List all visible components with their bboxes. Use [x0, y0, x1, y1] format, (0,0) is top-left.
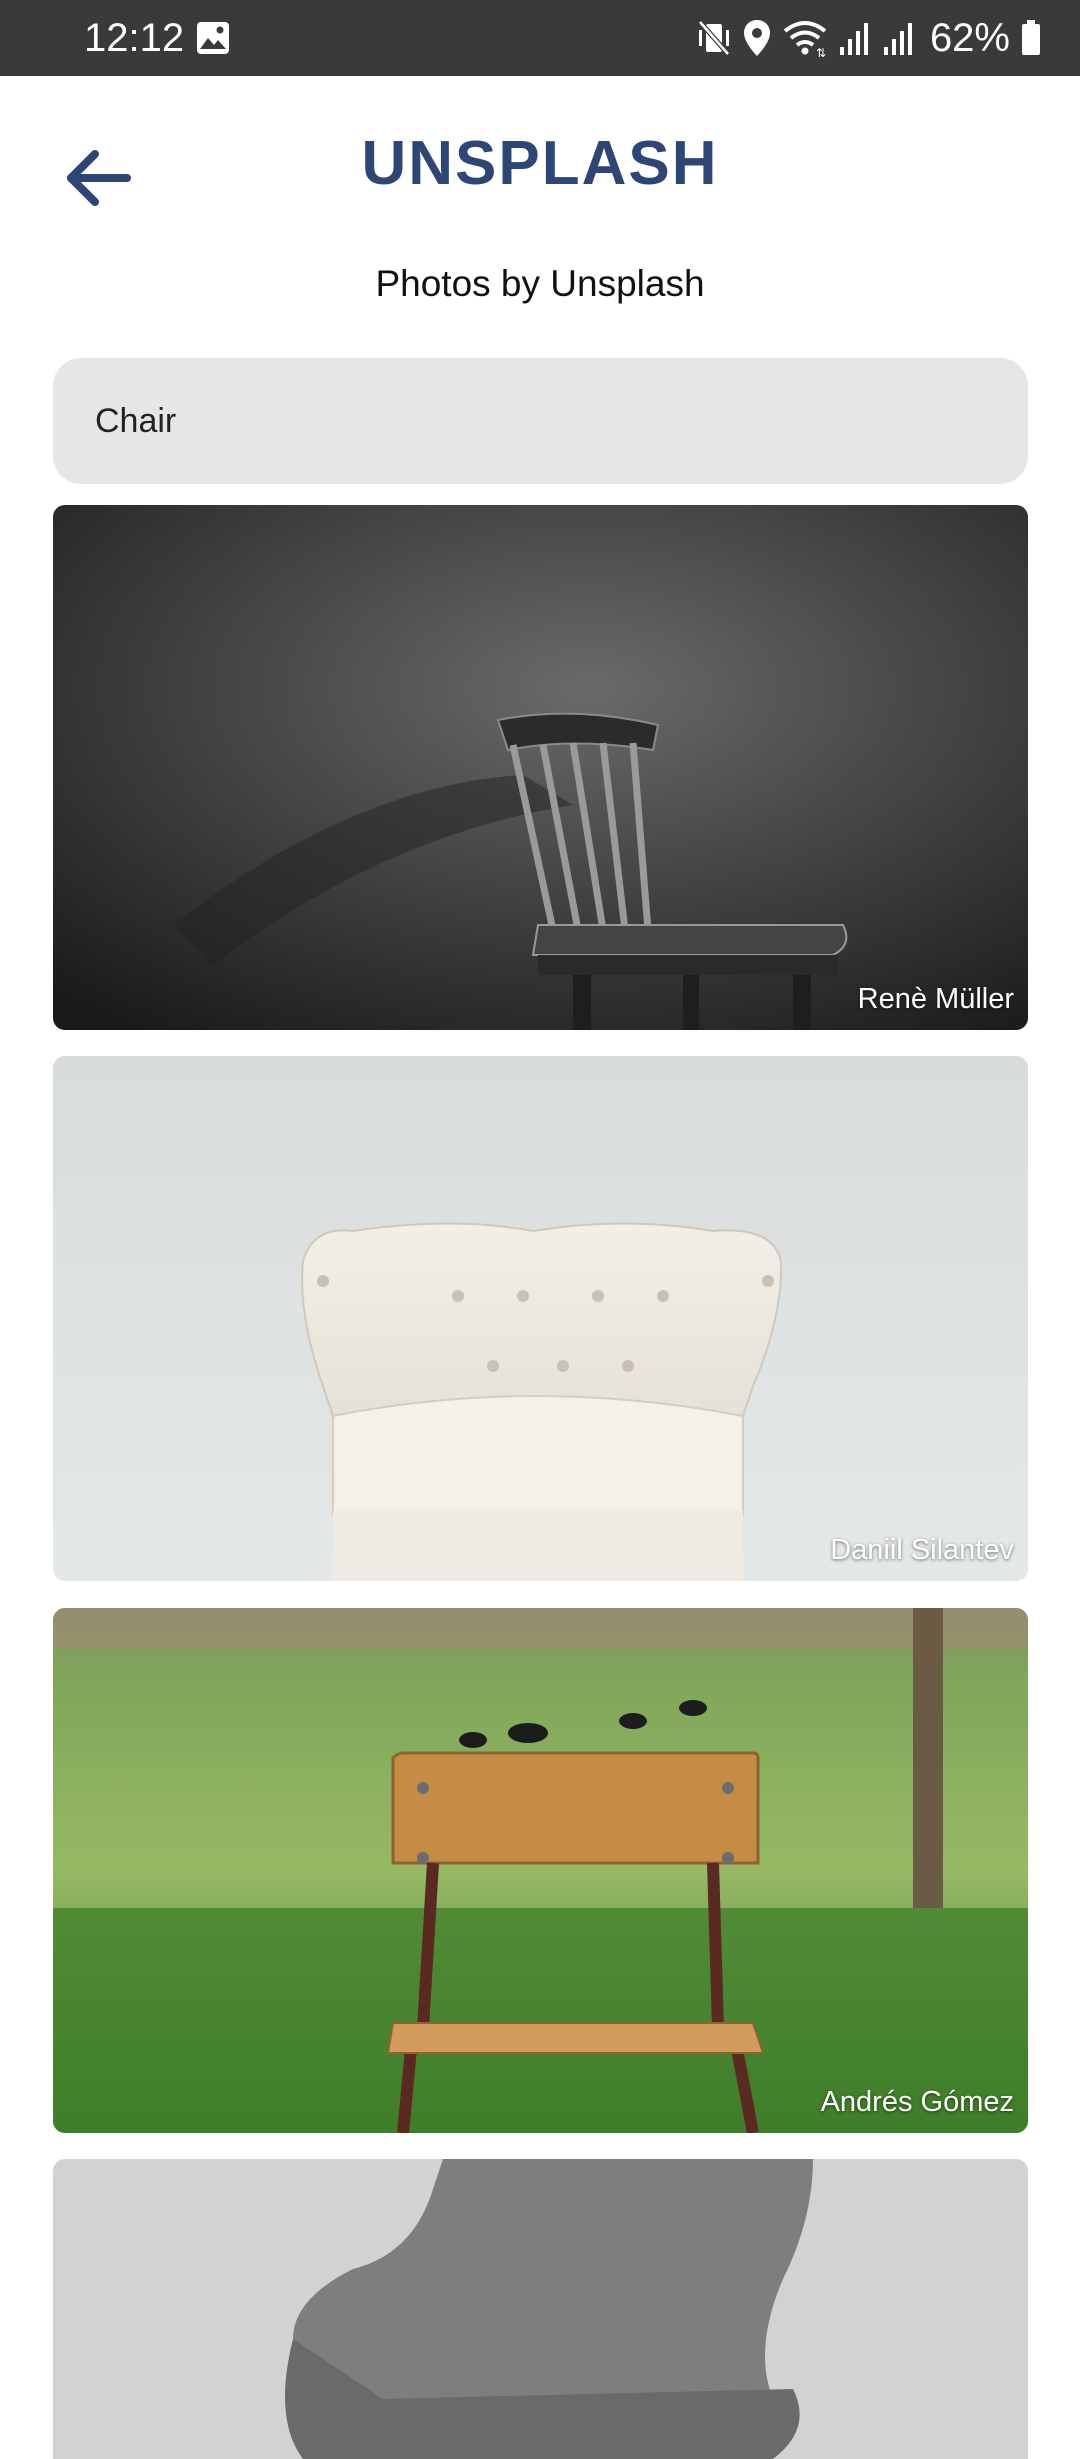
photo-school-chair-on-grass — [53, 1608, 1028, 2133]
svg-text:⇅: ⇅ — [816, 46, 826, 58]
status-icons: ⇅ 62% — [696, 10, 1042, 66]
photo-credit: Renè Müller — [857, 983, 1014, 1015]
location-icon — [742, 18, 772, 58]
photo-grey-fabric-chair — [53, 2159, 1028, 2459]
search-field[interactable] — [53, 358, 1028, 484]
wifi-icon: ⇅ — [782, 18, 828, 58]
photo-credit: Daniil Silantev — [830, 1534, 1014, 1566]
gallery-icon — [196, 21, 230, 60]
photo-white-tufted-armchair — [53, 1056, 1028, 1581]
photo-card[interactable]: Daniil Silantev — [53, 1056, 1028, 1581]
battery-percent: 62% — [929, 16, 1010, 60]
photo-card[interactable]: Andrés Gómez — [53, 1608, 1028, 2133]
signal-icon — [838, 19, 872, 57]
photo-card[interactable]: Renè Müller — [53, 505, 1028, 1030]
signal-icon — [882, 19, 916, 57]
status-time: 12:12 — [84, 16, 185, 60]
battery-icon — [1020, 19, 1042, 57]
header: UNSPLASH — [0, 76, 1080, 266]
vibrate-off-icon — [696, 18, 732, 58]
photo-credit: Andrés Gómez — [820, 2086, 1014, 2118]
search-input[interactable] — [95, 401, 1028, 441]
page-subtitle: Photos by Unsplash — [375, 263, 705, 304]
status-bar: 12:12 ⇅ 62% — [0, 0, 1080, 76]
photo-dark-wooden-chair — [53, 505, 1028, 1030]
photo-card[interactable] — [53, 2159, 1028, 2459]
page-title: UNSPLASH — [361, 129, 719, 198]
